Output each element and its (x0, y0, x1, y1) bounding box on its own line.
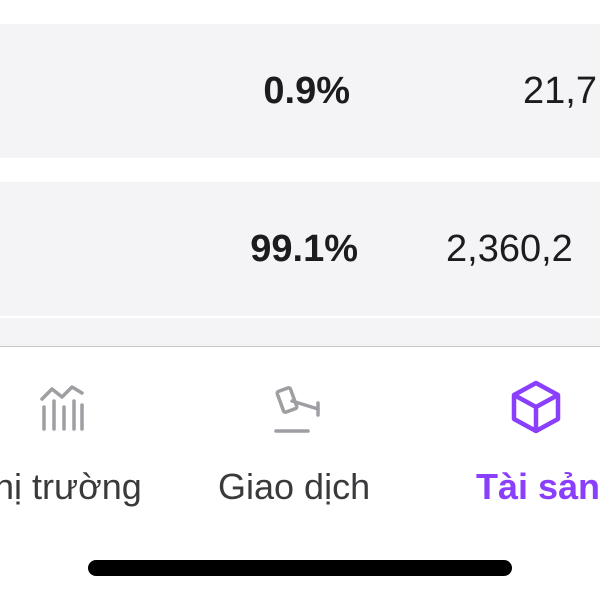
app-screen: 0.9% 21,7 99.1% 2,360,2 hị trường Giao d… (0, 0, 600, 600)
chart-bars-icon (40, 385, 84, 431)
asset-row[interactable]: 0.9% 21,7 (0, 24, 600, 158)
home-indicator[interactable] (88, 560, 512, 576)
allocation-percent: 99.1% (250, 227, 358, 270)
asset-amount: 2,360,2 (446, 227, 573, 270)
asset-row[interactable]: 99.1% 2,360,2 (0, 182, 600, 316)
tab-trade-label: Giao dịch (218, 466, 371, 507)
tab-market-label: hị trường (0, 466, 142, 507)
tab-market[interactable]: hị trường (0, 347, 180, 527)
allocation-percent: 0.9% (263, 69, 350, 112)
gavel-icon (274, 386, 320, 433)
asset-list: 0.9% 21,7 99.1% 2,360,2 (0, 0, 600, 346)
tab-assets-label: Tài sản (476, 466, 600, 507)
asset-amount: 21,7 (523, 69, 597, 112)
asset-row[interactable] (0, 318, 600, 346)
cube-icon (511, 380, 561, 434)
